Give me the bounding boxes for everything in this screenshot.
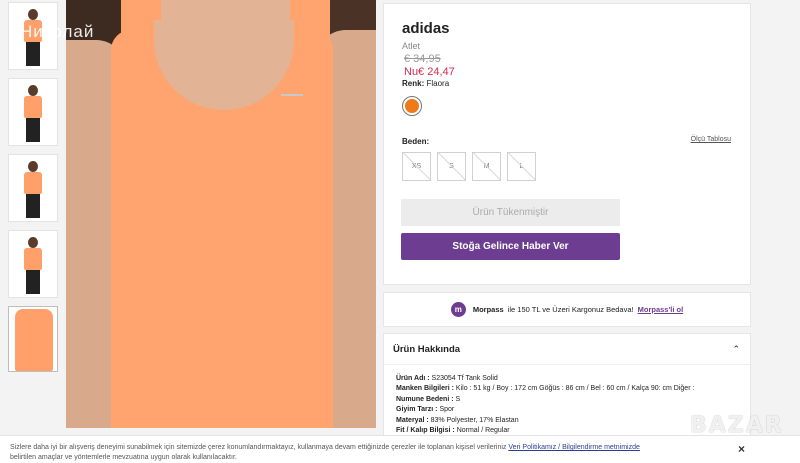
spec-row: Materyal : 83% Polyester, 17% Elastan <box>396 416 519 424</box>
size-guide-link[interactable]: Ölçü Tablosu <box>691 136 731 143</box>
product-category: Atlet <box>402 41 421 51</box>
spec-list: Ürün Adı : S23054 Tf Tank Solid Manken B… <box>396 374 694 436</box>
product-main-image[interactable] <box>66 0 376 428</box>
old-price: € 34,95 <box>404 53 441 65</box>
size-label: Beden: <box>402 137 430 146</box>
morpass-link[interactable]: Morpass'li ol <box>638 305 684 314</box>
spec-row: Numune Bedeni : S <box>396 395 461 403</box>
notify-me-button[interactable]: Stoğa Gelince Haber Ver <box>401 233 620 260</box>
color-swatch[interactable] <box>402 96 422 116</box>
size-options: XS S M L <box>402 152 536 181</box>
brand-logo-icon <box>281 86 303 96</box>
color-label: Renk: <box>402 79 425 88</box>
size-option-xs[interactable]: XS <box>402 152 431 181</box>
cookie-banner: Sizlere daha iyi bir alışveriş deneyimi … <box>0 435 800 463</box>
divider <box>384 364 750 365</box>
thumbnail-image[interactable] <box>8 230 58 298</box>
morpass-text: ile 150 TL ve Üzeri Kargonuz Bedava! <box>507 305 634 314</box>
spec-row: Manken Bilgileri : Kilo : 51 kg / Boy : … <box>396 385 695 393</box>
thumbnail-image[interactable] <box>8 154 58 222</box>
spec-row: Ürün Adı : S23054 Tf Tank Solid <box>396 375 498 382</box>
cookie-text-2: belirtilen amaçlar ve yöntemlerle mevzua… <box>10 454 237 461</box>
product-info-panel: adidas Atlet € 34,95 Nu€ 24,47 Renk: Fla… <box>383 3 751 285</box>
morpass-icon: m <box>450 302 466 317</box>
close-icon[interactable]: × <box>738 442 745 456</box>
privacy-policy-link[interactable]: Veri Politikamız / Bilgilendirme metnimi… <box>508 444 640 451</box>
thumbnail-list <box>8 2 60 380</box>
spec-row: Giyim Tarzı : Spor <box>396 406 455 414</box>
size-option-l[interactable]: L <box>507 152 536 181</box>
color-info: Renk: Flaora <box>402 79 449 88</box>
size-option-m[interactable]: M <box>472 152 501 181</box>
chevron-up-icon[interactable]: ⌃ <box>732 344 740 355</box>
color-value: Flaora <box>426 79 450 88</box>
out-of-stock-button[interactable]: Ürün Tükenmiştir <box>401 199 620 226</box>
product-brand[interactable]: adidas <box>402 20 450 37</box>
image-watermark: Николай <box>20 22 95 41</box>
cookie-text: Sizlere daha iyi bir alışveriş deneyimi … <box>10 444 507 451</box>
morpass-brand: Morpass <box>472 305 504 314</box>
thumbnail-image[interactable] <box>8 78 58 146</box>
sale-price: Nu€ 24,47 <box>404 66 455 78</box>
thumbnail-image-selected[interactable] <box>8 306 58 372</box>
morpass-banner: m Morpass ile 150 TL ve Üzeri Kargonuz B… <box>383 292 751 327</box>
about-title[interactable]: Ürün Hakkında <box>393 344 460 355</box>
size-option-s[interactable]: S <box>437 152 466 181</box>
